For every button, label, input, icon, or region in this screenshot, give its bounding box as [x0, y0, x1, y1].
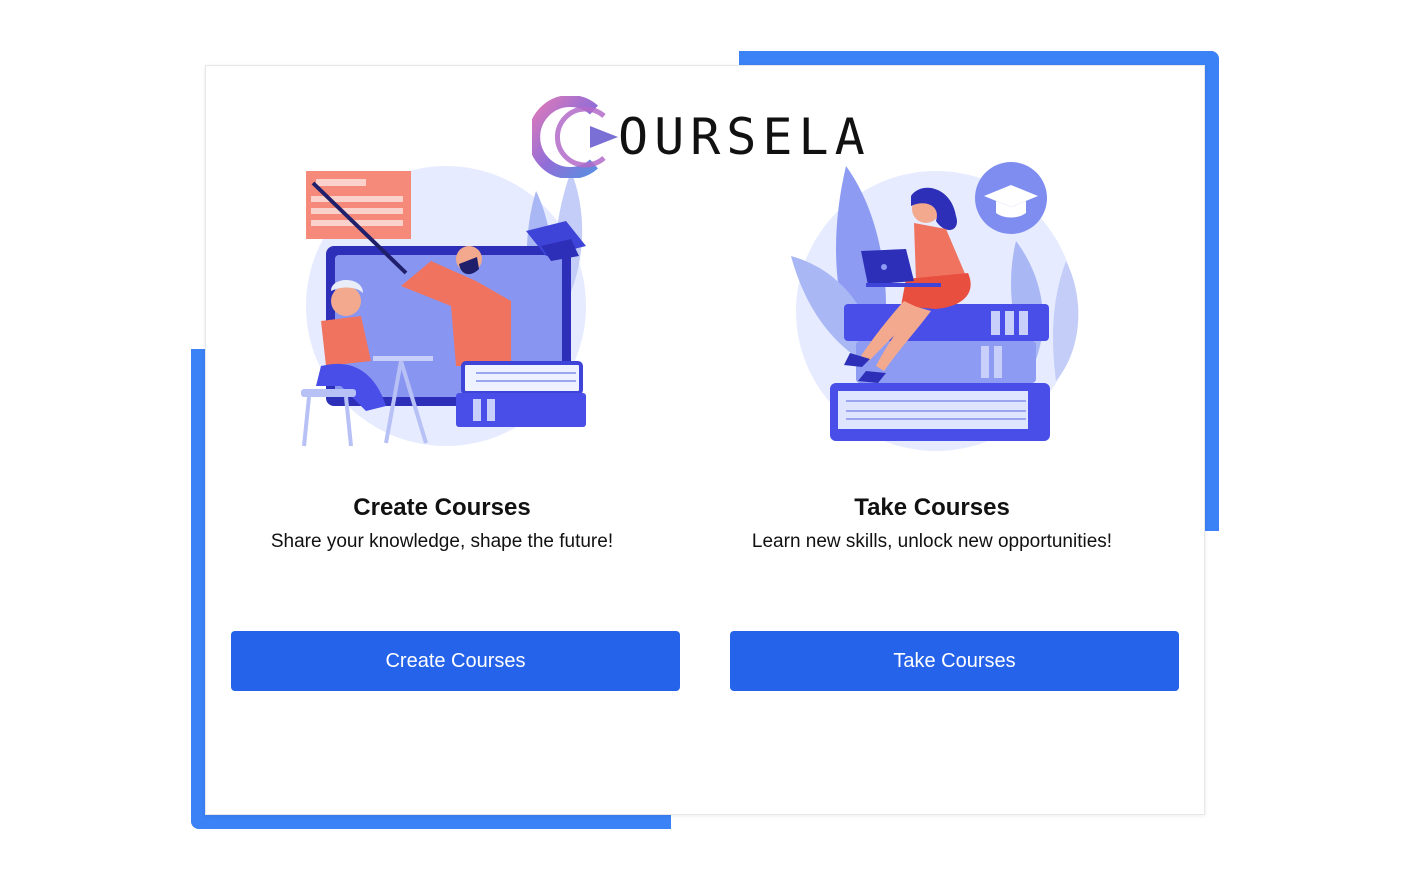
student-on-books-icon	[786, 161, 1086, 466]
create-courses-button[interactable]: Create Courses	[231, 631, 680, 691]
take-courses-subtitle: Learn new skills, unlock new opportuniti…	[751, 531, 1113, 552]
teacher-presenting-icon	[301, 161, 591, 466]
create-courses-title: Create Courses	[353, 494, 531, 521]
create-courses-panel: Create Courses Share your knowledge, sha…	[206, 66, 706, 814]
take-courses-title: Take Courses	[854, 494, 1010, 521]
create-courses-subtitle: Share your knowledge, shape the future!	[270, 531, 614, 552]
role-selection-card: Create Courses Share your knowledge, sha…	[205, 65, 1205, 815]
coursela-logo: OURSELA	[532, 96, 871, 178]
take-courses-button[interactable]: Take Courses	[730, 631, 1179, 691]
c-ring-logo-icon	[532, 96, 622, 178]
logo-wordmark: OURSELA	[618, 108, 871, 166]
take-courses-panel: Take Courses Learn new skills, unlock ne…	[706, 66, 1206, 814]
